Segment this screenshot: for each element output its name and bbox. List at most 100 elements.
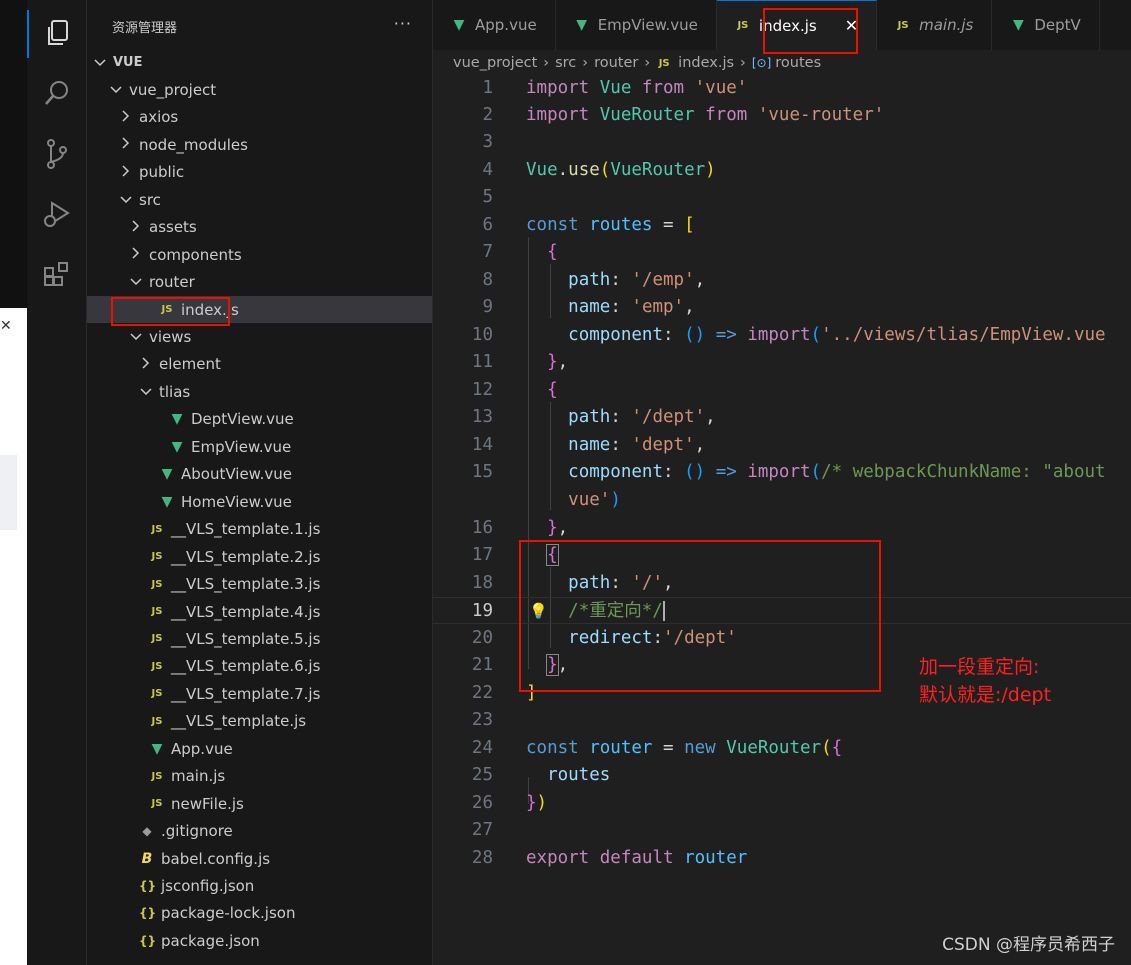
tree-file[interactable]: JS __VLS_template.3.js <box>87 571 432 598</box>
tree-folder[interactable]: vue_project <box>87 76 432 103</box>
tree-file[interactable]: JS main.js <box>87 763 432 790</box>
run-debug-icon[interactable] <box>27 190 87 238</box>
tree-folder[interactable]: VUE <box>87 49 432 76</box>
tree-folder[interactable]: components <box>87 241 432 268</box>
breadcrumb-item[interactable]: vue_project <box>453 55 537 71</box>
search-icon[interactable] <box>27 70 87 118</box>
breadcrumb-item[interactable]: routes <box>775 55 821 71</box>
chevron-right-icon: › <box>582 55 589 71</box>
tree-folder[interactable]: element <box>87 351 432 378</box>
tab-main-js[interactable]: JS main.js <box>877 0 993 50</box>
vue-file-icon: ▼ <box>1012 17 1024 33</box>
vue-file-icon: ▼ <box>576 17 588 33</box>
tab-deptv[interactable]: ▼ DeptV <box>992 0 1100 50</box>
tree-item-label: components <box>149 245 242 264</box>
tree-file[interactable]: JS __VLS_template.1.js <box>87 516 432 543</box>
tree-item-label: node_modules <box>139 135 248 154</box>
code-line: 4 Vue.use(VueRouter) <box>482 160 716 180</box>
chevron-right-icon <box>129 220 143 235</box>
source-control-icon[interactable] <box>27 130 87 178</box>
tree-item-label: __VLS_template.2.js <box>171 547 321 566</box>
tree-file[interactable]: {} package.json <box>87 927 432 954</box>
tree-file[interactable]: ▼ AboutView.vue <box>87 461 432 488</box>
explorer-header: 资源管理器 ··· <box>87 0 432 52</box>
chevron-right-icon: › <box>644 55 651 71</box>
js-file-icon: JS <box>151 715 163 727</box>
activity-bar <box>27 0 87 965</box>
tree-item-label: App.vue <box>171 739 233 758</box>
tab-empview-vue[interactable]: ▼ EmpView.vue <box>556 0 717 50</box>
tree-file[interactable]: JS __VLS_template.4.js <box>87 598 432 625</box>
tree-item-label: package-lock.json <box>161 904 296 923</box>
vue-file-icon: ▼ <box>171 411 183 428</box>
chevron-right-icon: › <box>740 55 746 71</box>
tree-folder[interactable]: axios <box>87 104 432 131</box>
tree-item-label: babel.config.js <box>161 849 271 868</box>
background-close-icon: ✕ <box>0 318 12 334</box>
background-window-panel <box>0 455 17 530</box>
breadcrumb-item[interactable]: index.js <box>678 55 734 71</box>
watermark: CSDN @程序员希西子 <box>942 935 1115 955</box>
js-file-icon: JS <box>151 523 163 535</box>
tree-item-label: __VLS_template.3.js <box>171 575 321 594</box>
variable-symbol-icon: [⊙] <box>751 56 772 70</box>
code-line: 8 path: '/emp', <box>482 270 706 290</box>
highlight-box-index-js <box>111 297 230 326</box>
tree-item-label: __VLS_template.1.js <box>171 520 321 539</box>
chevron-down-icon <box>129 330 143 344</box>
tree-file[interactable]: Bbabel.config.js <box>87 845 432 872</box>
breadcrumb-item[interactable]: router <box>594 55 638 71</box>
tree-file[interactable]: JS __VLS_template.6.js <box>87 653 432 680</box>
tree-folder[interactable]: node_modules <box>87 131 432 158</box>
tree-folder[interactable]: views <box>87 324 432 351</box>
explorer-icon[interactable] <box>27 10 87 58</box>
tree-folder[interactable]: public <box>87 159 432 186</box>
explorer-sidebar: 资源管理器 ··· VUE vue_project axios node_module… <box>87 0 433 965</box>
tree-file[interactable]: {} package-lock.json <box>87 900 432 927</box>
tree-item-label: src <box>139 190 161 209</box>
more-actions-icon[interactable]: ··· <box>394 14 412 33</box>
js-file-icon: JS <box>737 20 749 31</box>
extensions-icon[interactable] <box>27 250 87 298</box>
code-line: 10 component: () => import('../views/tli… <box>471 325 1106 345</box>
tree-item-label: EmpView.vue <box>191 437 292 456</box>
tab-app-vue[interactable]: ▼ App.vue <box>433 0 556 50</box>
vue-file-icon: ▼ <box>161 493 173 510</box>
highlight-box-redirect <box>519 540 881 692</box>
chevron-down-icon <box>139 385 153 399</box>
tree-file[interactable]: JS __VLS_template.2.js <box>87 543 432 570</box>
vue-file-icon: ▼ <box>171 438 183 455</box>
tree-file[interactable]: ▼ DeptView.vue <box>87 406 432 433</box>
annotation-line: 加一段重定向: <box>919 656 1040 678</box>
tree-file[interactable]: JS __VLS_template.js <box>87 708 432 735</box>
code-line: vue') <box>568 490 621 510</box>
tree-item-label: tlias <box>159 382 191 401</box>
tree-item-label: __VLS_template.7.js <box>171 684 321 703</box>
code-line: 9 name: 'emp', <box>482 297 695 317</box>
tree-item-label: router <box>149 273 195 292</box>
tree-folder[interactable]: assets <box>87 214 432 241</box>
tree-item-label: newFile.js <box>171 794 244 813</box>
tree-file[interactable]: ▼ App.vue <box>87 735 432 762</box>
tab-label: App.vue <box>475 16 537 34</box>
tree-file[interactable]: ◆ .gitignore <box>87 818 432 845</box>
tree-file[interactable]: {} jsconfig.json <box>87 873 432 900</box>
tree-folder[interactable]: src <box>87 186 432 213</box>
tree-item-label: element <box>159 355 221 374</box>
tree-file[interactable]: JS __VLS_template.7.js <box>87 680 432 707</box>
tab-label: EmpView.vue <box>597 16 698 34</box>
tree-item-label: __VLS_template.js <box>171 712 307 731</box>
breadcrumb-item[interactable]: src <box>555 55 576 71</box>
tree-file[interactable]: JS newFile.js <box>87 790 432 817</box>
json-file-icon: {} <box>139 906 157 921</box>
background-window <box>0 308 27 965</box>
js-file-icon: JS <box>151 660 163 672</box>
code-line: 5 <box>482 187 493 207</box>
code-line: 7 { <box>482 242 558 262</box>
tree-file[interactable]: ▼ EmpView.vue <box>87 433 432 460</box>
code-line: 13 path: '/dept', <box>471 407 716 427</box>
tree-folder[interactable]: tlias <box>87 378 432 405</box>
tree-file[interactable]: JS __VLS_template.5.js <box>87 625 432 652</box>
tree-file[interactable]: ▼ HomeView.vue <box>87 488 432 515</box>
tree-folder[interactable]: router <box>87 269 432 296</box>
